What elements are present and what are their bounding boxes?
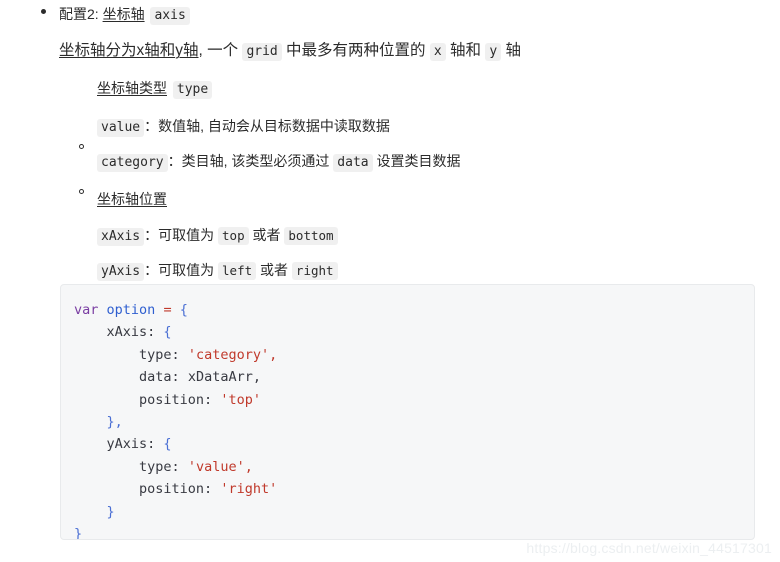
intro-middle-text: 中最多有两种位置的 <box>281 41 430 59</box>
outline-list: 配置2: 坐标轴 axis 坐标轴分为x轴和y轴, 一个 grid 中最多有两种… <box>0 0 780 282</box>
xaxis-or: 或者 <box>248 227 285 244</box>
colon-separator: ： <box>144 118 159 135</box>
token-brace-close-xaxis: }, <box>106 414 123 431</box>
token-key-xaxis: xAxis: <box>106 324 164 341</box>
inline-code-value: value <box>97 119 145 138</box>
inline-code-right: right <box>291 261 338 280</box>
token-string-category: 'category', <box>187 346 278 363</box>
inline-code-xaxis: xAxis <box>97 228 145 247</box>
code-block[interactable]: var option = { xAxis: { type: 'category'… <box>60 284 755 540</box>
subsection-title-axis-position: 坐标轴位置 <box>0 173 780 209</box>
inline-code-grid: grid <box>242 42 282 61</box>
yaxis-label: 可取值为 <box>158 261 219 278</box>
section-heading-prefix: 配置2: <box>59 6 103 22</box>
axis-position-item-yaxis: yAxis ：可取值为 left 或者 right <box>0 247 780 282</box>
token-value-xdataarr: xDataArr, <box>187 369 261 386</box>
inline-code-data: data <box>333 154 373 172</box>
xaxis-label: 可取值为 <box>158 227 219 244</box>
colon-separator: ： <box>144 227 159 244</box>
inline-code-top: top <box>218 227 249 246</box>
section-intro: 坐标轴分为x轴和y轴, 一个 grid 中最多有两种位置的 x 轴和 y 轴 <box>0 26 780 62</box>
inline-code-yaxis: yAxis <box>97 262 145 281</box>
bullet-circle-icon-position <box>79 188 84 194</box>
yaxis-or: 或者 <box>256 261 292 278</box>
token-key-type-y: type: <box>139 458 188 475</box>
token-key-data: data: <box>139 369 188 386</box>
token-brace-close-yaxis: } <box>106 503 115 520</box>
token-key-position-x: position: <box>139 391 221 408</box>
inline-code-y: y <box>485 42 502 61</box>
axis-type-item-value: value ：数值轴, 自动会从目标数据中读取数据 <box>0 100 780 138</box>
inline-code-axis: axis <box>150 7 190 25</box>
axis-type-category-desc-pre: 类目轴, 该类型必须通过 <box>181 153 334 169</box>
token-key-yaxis: yAxis: <box>106 436 164 453</box>
intro-underlined-text[interactable]: 坐标轴分为x轴和y轴 <box>59 42 199 59</box>
axis-type-title[interactable]: 坐标轴类型 <box>97 80 167 96</box>
token-keyword-var: var <box>74 302 99 318</box>
token-brace-open-root: { <box>179 302 188 318</box>
bullet-disc-icon <box>41 9 46 14</box>
axis-type-category-desc-post: 设置类目数据 <box>372 153 461 169</box>
inline-code-bottom: bottom <box>284 227 338 246</box>
token-string-value: 'value', <box>187 458 253 475</box>
csdn-watermark: https://blog.csdn.net/weixin_44517301 <box>526 540 772 556</box>
inline-code-category: category <box>97 154 168 172</box>
subsection-axis-position: 坐标轴位置 xAxis ：可取值为 top 或者 bottom yAxis ：可取值… <box>0 173 780 282</box>
token-brace-close-root: } <box>74 526 83 540</box>
inline-code-type: type <box>172 81 213 100</box>
inline-code-left: left <box>218 261 257 280</box>
axis-position-item-xaxis: xAxis ：可取值为 top 或者 bottom <box>0 209 780 247</box>
colon-separator: ： <box>167 153 182 169</box>
subsection-axis-type: 坐标轴类型 type value ：数值轴, 自动会从目标数据中读取数据 cate… <box>0 62 780 173</box>
inline-code-x: x <box>429 42 446 61</box>
intro-comma: , 一个 <box>198 41 243 59</box>
section-heading-term[interactable]: 坐标轴 <box>103 6 145 22</box>
token-string-right: 'right' <box>220 481 278 498</box>
axis-position-title[interactable]: 坐标轴位置 <box>97 191 167 207</box>
axis-type-value-desc: 数值轴, 自动会从目标数据中读取数据 <box>158 118 390 135</box>
token-brace-open-yaxis: { <box>163 436 172 453</box>
intro-axis-and: 轴和 <box>445 41 486 59</box>
token-variable-option: option <box>106 302 156 318</box>
token-key-position-y: position: <box>139 481 221 498</box>
code-block-content: var option = { xAxis: { type: 'category'… <box>61 285 754 540</box>
subsection-title-axis-type: 坐标轴类型 type <box>0 62 780 100</box>
colon-separator: ： <box>144 261 159 278</box>
document-page: 配置2: 坐标轴 axis 坐标轴分为x轴和y轴, 一个 grid 中最多有两种… <box>0 0 780 562</box>
token-brace-open-xaxis: { <box>163 324 172 341</box>
intro-tail-text: 轴 <box>501 41 521 59</box>
section-heading: 配置2: 坐标轴 axis <box>0 0 780 26</box>
token-operator-equals: = <box>163 302 172 318</box>
axis-type-item-category: category ：类目轴, 该类型必须通过 data 设置类目数据 <box>0 138 780 173</box>
token-key-type-x: type: <box>139 346 188 363</box>
list-item-axis-section: 配置2: 坐标轴 axis 坐标轴分为x轴和y轴, 一个 grid 中最多有两种… <box>0 0 780 282</box>
token-string-top: 'top' <box>220 391 261 408</box>
